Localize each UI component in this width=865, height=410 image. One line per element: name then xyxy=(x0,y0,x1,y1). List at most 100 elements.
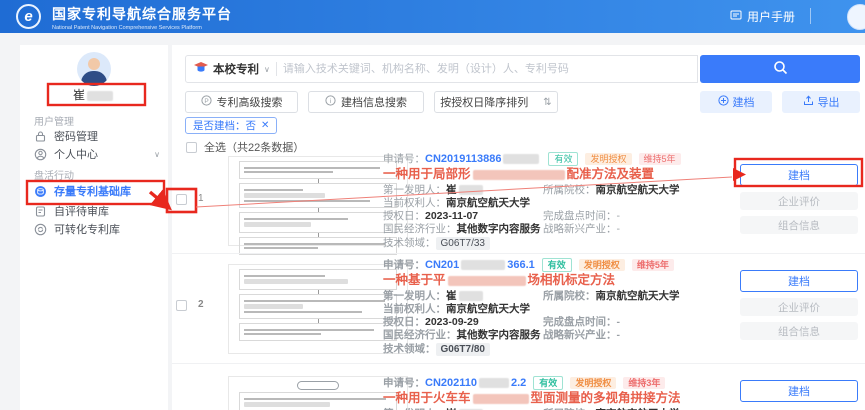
app-no-suffix: 2.2 xyxy=(511,377,526,390)
app-no-label: 申请号： xyxy=(383,377,425,390)
archive-button[interactable]: 建档 xyxy=(740,380,858,402)
sort-arrows-icon: ⇅ xyxy=(543,97,551,108)
search-scope-label: 本校专利 xyxy=(213,61,259,77)
patent-title[interactable]: 一种基于平场相机标定方法 xyxy=(383,273,743,288)
row-checkbox[interactable] xyxy=(176,300,187,311)
refresh-circle-icon xyxy=(34,223,47,236)
avatar-head xyxy=(88,58,100,70)
inventor-value: 崔 xyxy=(446,184,457,196)
brand-logo-icon: e xyxy=(16,4,41,29)
archive-info-search-button[interactable]: i 建档信息搜索 xyxy=(308,91,424,113)
user-manual-link[interactable]: 用户手册 xyxy=(730,8,795,25)
search-input[interactable] xyxy=(283,63,689,75)
advanced-search-button[interactable]: P 专利高级搜索 xyxy=(185,91,298,113)
patent-card-2: 2 申请号： CN201 366.1 有效 发明授权 维持5年 一种基于平 xyxy=(172,253,865,363)
top-header: e 国家专利导航综合服务平台 National Patent Navigatio… xyxy=(0,0,865,33)
card-actions: 建档 企业评价 组合信息 xyxy=(740,270,858,340)
sidebar-item-label: 可转化专利库 xyxy=(54,221,120,237)
svg-text:P: P xyxy=(204,98,208,105)
patent-thumbnail[interactable] xyxy=(228,376,408,410)
status-badge-grant: 发明授权 xyxy=(585,153,631,165)
app-no-label: 申请号： xyxy=(383,259,425,272)
enterprise-eval-button[interactable]: 企业评价 xyxy=(740,298,858,316)
search-divider xyxy=(276,62,277,76)
app-no-value: CN201 xyxy=(425,259,459,272)
strategic-value: - xyxy=(617,223,621,235)
sidebar-item-convertible-library[interactable]: 可转化专利库 xyxy=(34,221,160,237)
industry-value: 其他数字内容服务 xyxy=(457,329,541,341)
inventor-redacted xyxy=(459,291,483,301)
app-no-redacted xyxy=(503,154,539,164)
app-no-suffix: 366.1 xyxy=(507,259,535,272)
grant-date-value: 2023-09-29 xyxy=(425,316,479,328)
sidebar-section-user: 用户管理 xyxy=(34,113,74,128)
main-panel: 本校专利 ∨ P 专利高级搜索 i 建档信息搜索 按授权日降序排列 xyxy=(172,45,865,410)
row-index: 2 xyxy=(198,299,204,310)
patent-thumbnail[interactable] xyxy=(228,156,408,246)
header-avatar[interactable] xyxy=(847,4,865,30)
sidebar-item-self-review-library[interactable]: 自评待审库 xyxy=(34,203,160,219)
app-no-label: 申请号： xyxy=(383,153,425,166)
tech-field-chip: G06T7/80 xyxy=(436,343,490,356)
manual-book-icon xyxy=(730,9,742,24)
patent-search-icon: P xyxy=(201,95,212,109)
username-redacted xyxy=(87,91,113,101)
svg-text:i: i xyxy=(330,98,331,105)
sort-button[interactable]: 按授权日降序排列 ⇅ xyxy=(434,91,558,113)
patent-title[interactable]: 一种用于火车车型面测量的多视角拼接方法 xyxy=(383,391,743,406)
patent-title[interactable]: 一种用于局部形配准方法及装置 xyxy=(383,167,743,182)
sidebar-item-profile[interactable]: 个人中心 ∨ xyxy=(34,146,160,162)
filter-tag-archive[interactable]: 是否建档：否 ✕ xyxy=(185,117,277,134)
sidebar-item-label: 存量专利基础库 xyxy=(54,183,131,199)
user-icon xyxy=(34,148,47,161)
done-time-value: - xyxy=(617,316,621,328)
export-label: 导出 xyxy=(818,94,840,110)
industry-value: 其他数字内容服务 xyxy=(457,223,541,235)
app-no-redacted xyxy=(479,378,509,388)
sidebar-section-action: 盘活行动 xyxy=(34,167,74,182)
status-badge-maintain: 维持3年 xyxy=(623,377,665,389)
archive-button[interactable]: 建档 xyxy=(740,164,858,186)
search-button[interactable] xyxy=(700,55,860,83)
status-badge-valid: 有效 xyxy=(542,258,572,272)
school-value: 南京航空航天大学 xyxy=(596,290,680,302)
tech-field-chip: G06T7/33 xyxy=(436,237,490,250)
archive-info-search-label: 建档信息搜索 xyxy=(341,94,407,110)
brand-title: 国家专利导航综合服务平台 xyxy=(52,4,232,24)
export-icon xyxy=(803,95,814,109)
close-icon[interactable]: ✕ xyxy=(261,120,269,131)
database-icon xyxy=(34,185,47,198)
brand-subtitle: National Patent Navigation Comprehensive… xyxy=(52,25,232,31)
card-actions: 建档 xyxy=(740,380,858,402)
school-value: 南京航空航天大学 xyxy=(596,184,680,196)
lock-icon xyxy=(34,130,47,143)
app-no-redacted xyxy=(461,260,505,270)
avatar-body xyxy=(81,71,107,86)
create-archive-button[interactable]: 建档 xyxy=(700,91,772,113)
patent-detail: 申请号： CN202110 2.2 有效 发明授权 维持3年 一种用于火车车型面… xyxy=(383,376,743,410)
row-checkbox[interactable] xyxy=(176,194,187,205)
brand: 国家专利导航综合服务平台 National Patent Navigation … xyxy=(52,4,232,31)
sidebar-item-label: 密码管理 xyxy=(54,128,98,144)
card-actions: 建档 企业评价 组合信息 xyxy=(740,164,858,234)
patent-thumbnail[interactable] xyxy=(228,264,408,354)
app-no-value: CN202110 xyxy=(425,377,477,390)
sidebar-item-label: 个人中心 xyxy=(54,146,98,162)
status-badge-valid: 有效 xyxy=(548,152,578,166)
portfolio-info-button[interactable]: 组合信息 xyxy=(740,216,858,234)
strategic-value: - xyxy=(617,329,621,341)
export-button[interactable]: 导出 xyxy=(782,91,860,113)
user-avatar[interactable] xyxy=(77,52,111,86)
status-badge-maintain: 维持5年 xyxy=(632,259,674,271)
status-badge-valid: 有效 xyxy=(533,376,563,390)
enterprise-eval-button[interactable]: 企业评价 xyxy=(740,192,858,210)
owner-value: 南京航空航天大学 xyxy=(446,197,530,210)
portfolio-info-button[interactable]: 组合信息 xyxy=(740,322,858,340)
sidebar-item-stock-library[interactable]: 存量专利基础库 xyxy=(34,183,160,199)
row-index: 1 xyxy=(198,193,204,204)
archive-button[interactable]: 建档 xyxy=(740,270,858,292)
archive-search-icon: i xyxy=(325,95,336,109)
search-scope-dropdown[interactable]: 本校专利 ∨ xyxy=(194,61,270,77)
sidebar-item-password[interactable]: 密码管理 xyxy=(34,128,160,144)
chevron-down-icon: ∨ xyxy=(154,150,160,159)
